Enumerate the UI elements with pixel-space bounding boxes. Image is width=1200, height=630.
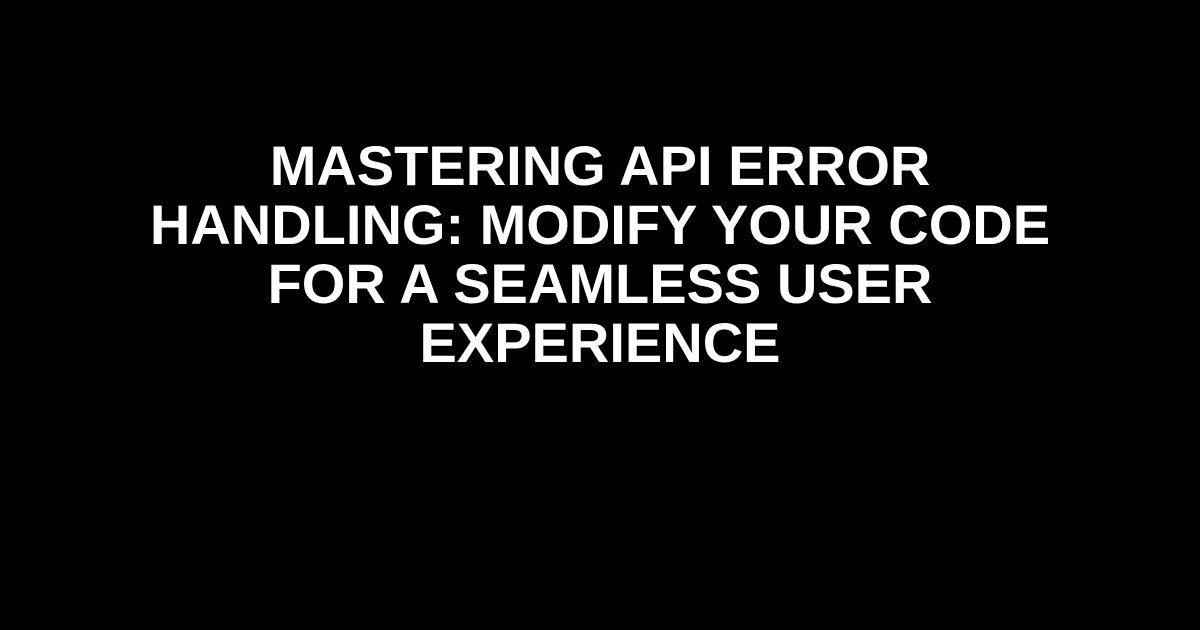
page-title: Mastering API Error Handling: Modify You… — [80, 137, 1120, 372]
